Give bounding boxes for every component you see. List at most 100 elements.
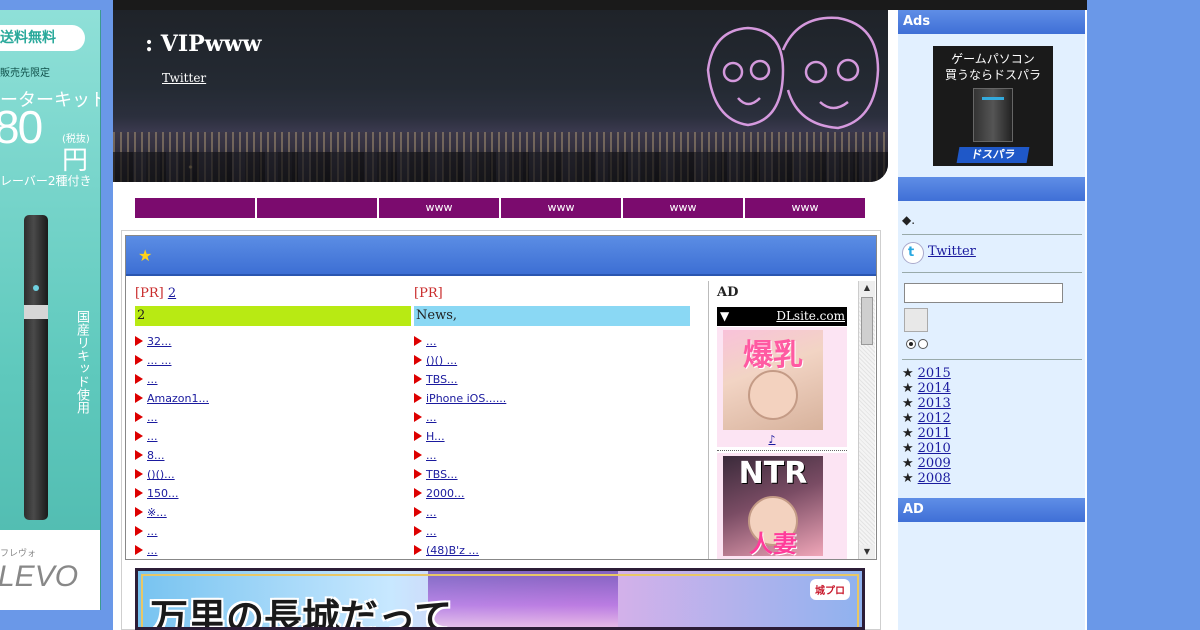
year-item[interactable]: ★ 2014 — [902, 381, 951, 396]
year-link[interactable]: 2009 — [918, 456, 951, 471]
article-link[interactable]: 150... — [147, 487, 179, 500]
star-bullet-icon: ★ — [902, 381, 914, 396]
list-item[interactable]: ... — [414, 332, 690, 351]
article-link[interactable]: 8... — [147, 449, 165, 462]
list-item[interactable]: TBS... — [414, 370, 690, 389]
list-item[interactable]: 8... — [135, 446, 411, 465]
ad-card-1[interactable]: 爆乳 ♪ — [717, 327, 847, 447]
list-item[interactable]: ※... — [135, 503, 411, 522]
list-item[interactable]: ()() ... — [414, 351, 690, 370]
list-item[interactable]: ... — [414, 446, 690, 465]
article-link[interactable]: ... — [147, 430, 158, 443]
list-item[interactable]: iPhone iOS...... — [414, 389, 690, 408]
header-twitter-link[interactable]: Twitter — [162, 71, 206, 85]
list-item[interactable]: ... — [414, 522, 690, 541]
ad-card-2[interactable]: NTR 人妻 — [717, 453, 847, 559]
article-link[interactable]: ... — [426, 335, 437, 348]
scroll-thumb[interactable] — [861, 297, 873, 345]
list-item[interactable]: TBS... — [414, 465, 690, 484]
divider — [902, 272, 1082, 273]
search-button[interactable] — [904, 308, 928, 332]
year-link[interactable]: 2015 — [918, 366, 951, 381]
list-item[interactable]: ... — [135, 541, 411, 560]
article-link[interactable]: ... ... — [147, 354, 171, 367]
red-triangle-icon — [135, 545, 143, 555]
dospara-ad[interactable]: ゲームパソコン 買うならドスパラ ドスパラ — [933, 46, 1053, 166]
list-item[interactable]: ... — [135, 408, 411, 427]
article-link[interactable]: ... — [426, 506, 437, 519]
pr-link-left[interactable]: 2 — [168, 286, 176, 301]
year-link[interactable]: 2011 — [918, 426, 951, 441]
panel-scrollbar[interactable]: ▲ ▼ — [858, 281, 875, 559]
year-item[interactable]: ★ 2009 — [902, 456, 951, 471]
list-item[interactable]: ... ... — [135, 351, 411, 370]
year-link[interactable]: 2013 — [918, 396, 951, 411]
article-link[interactable]: TBS... — [426, 468, 458, 481]
list-item[interactable]: ... — [135, 427, 411, 446]
ad-section-header: AD — [898, 498, 1085, 522]
article-link[interactable]: ... — [147, 525, 158, 538]
article-link[interactable]: H... — [426, 430, 445, 443]
scroll-down-arrow-icon[interactable]: ▼ — [859, 545, 875, 559]
article-link[interactable]: ()()... — [147, 468, 175, 481]
ad-card-1-note[interactable]: ♪ — [717, 433, 827, 446]
year-item[interactable]: ★ 2013 — [902, 396, 951, 411]
article-link[interactable]: ... — [426, 525, 437, 538]
year-link[interactable]: 2014 — [918, 381, 951, 396]
site-title[interactable]: : VIPwww — [145, 31, 262, 57]
ad-thumbnail-1[interactable]: 爆乳 — [723, 330, 823, 430]
article-link[interactable]: TBS... — [426, 373, 458, 386]
scroll-up-arrow-icon[interactable]: ▲ — [859, 281, 875, 295]
list-item[interactable]: 32... — [135, 332, 411, 351]
article-link[interactable]: ※... — [147, 506, 167, 519]
game-banner-ad[interactable]: 万里の長城だって 城プロ — [135, 568, 865, 630]
list-item[interactable]: ()()... — [135, 465, 411, 484]
article-link[interactable]: ()() ... — [426, 354, 457, 367]
list-item[interactable]: ... — [414, 503, 690, 522]
nav-item-5[interactable]: www — [623, 198, 743, 218]
ad-thumbnail-2[interactable]: NTR 人妻 — [723, 456, 823, 558]
list-item[interactable]: (48)B'z ... — [414, 541, 690, 560]
article-link[interactable]: Amazon1... — [147, 392, 209, 405]
year-link[interactable]: 2008 — [918, 471, 951, 486]
article-link[interactable]: ... — [426, 411, 437, 424]
list-item[interactable]: 2000... — [414, 484, 690, 503]
list-item[interactable]: ... — [135, 522, 411, 541]
radio-option-2[interactable] — [918, 339, 928, 349]
twitter-icon[interactable]: t — [902, 242, 924, 264]
article-link[interactable]: ... — [147, 373, 158, 386]
year-link[interactable]: 2012 — [918, 411, 951, 426]
year-item[interactable]: ★ 2012 — [902, 411, 951, 426]
nav-item-1[interactable] — [135, 198, 255, 218]
dlsite-link[interactable]: DLsite.com — [776, 307, 845, 326]
search-input[interactable] — [904, 283, 1063, 303]
list-item[interactable]: H... — [414, 427, 690, 446]
red-triangle-icon — [135, 526, 143, 536]
nav-item-4[interactable]: www — [501, 198, 621, 218]
twitter-link[interactable]: Twitter — [928, 244, 976, 259]
nav-item-6[interactable]: www — [745, 198, 865, 218]
list-item[interactable]: ... — [414, 408, 690, 427]
article-link[interactable]: ... — [147, 411, 158, 424]
radio-option-1[interactable] — [906, 339, 916, 349]
list-item[interactable]: ... — [135, 370, 411, 389]
column-header-left: 2 — [135, 306, 411, 326]
year-item[interactable]: ★ 2008 — [902, 471, 951, 486]
article-link[interactable]: 2000... — [426, 487, 464, 500]
red-triangle-icon — [135, 488, 143, 498]
year-link[interactable]: 2010 — [918, 441, 951, 456]
article-link[interactable]: 32... — [147, 335, 172, 348]
nav-item-3[interactable]: www — [379, 198, 499, 218]
article-link[interactable]: ... — [426, 449, 437, 462]
article-link[interactable]: ... — [147, 544, 158, 557]
list-item[interactable]: Amazon1... — [135, 389, 411, 408]
nav-item-2[interactable] — [257, 198, 377, 218]
year-item[interactable]: ★ 2015 — [902, 366, 951, 381]
year-item[interactable]: ★ 2011 — [902, 426, 951, 441]
list-item[interactable]: 150... — [135, 484, 411, 503]
dlsite-bar[interactable]: ▼ DLsite.com — [717, 307, 847, 326]
article-link[interactable]: iPhone iOS...... — [426, 392, 506, 405]
year-item[interactable]: ★ 2010 — [902, 441, 951, 456]
article-link[interactable]: (48)B'z ... — [426, 544, 479, 557]
left-side-advertisement[interactable]: 送料無料 販売先限定 ーターキット 80 (税抜) 円 レーバー2種付き 国産リ… — [0, 10, 101, 610]
